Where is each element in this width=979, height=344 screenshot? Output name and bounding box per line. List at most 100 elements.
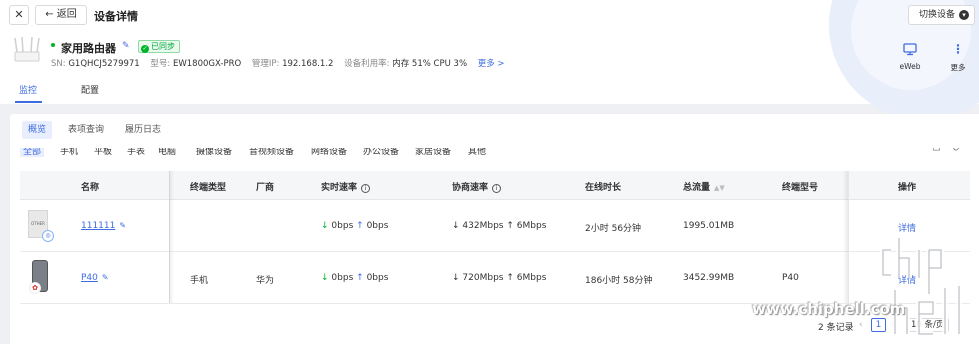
upload-arrow-icon: ↑ <box>356 221 364 231</box>
filter-office[interactable]: 办公设备 <box>363 148 399 157</box>
terminal-name: P40 ✎ <box>81 273 109 283</box>
refresh-icon[interactable]: ⟳ <box>953 148 961 154</box>
download-arrow-icon: ↓ <box>452 221 460 231</box>
filter-tablet[interactable]: 平板 <box>94 148 112 157</box>
download-arrow-icon: ↓ <box>321 273 329 283</box>
upload-arrow-icon: ↑ <box>506 221 514 231</box>
col-model: 终端型号 <box>782 183 819 193</box>
wifi-device-icon: ◎ <box>42 230 54 242</box>
online-duration: 186小时 58分钟 <box>585 276 653 286</box>
terminal-name-link[interactable]: 111111 <box>81 221 115 231</box>
help-icon[interactable]: i <box>361 184 371 193</box>
cpu-usage: CPU 3% <box>433 59 468 69</box>
upload-arrow-icon: ↑ <box>506 273 514 283</box>
col-online: 在线时长 <box>585 183 622 193</box>
online-status-dot <box>51 43 55 47</box>
realtime-speed: ↓ 0bps ↑ 0bps <box>321 221 389 231</box>
fixed-column-shadow <box>843 171 848 303</box>
device-name: 家用路由器 <box>61 42 116 55</box>
col-vendor: 厂商 <box>256 183 275 193</box>
huawei-logo-icon: ✿ <box>29 282 41 294</box>
online-duration: 2小时 56分钟 <box>585 224 642 234</box>
sort-icon[interactable]: ▲▼ <box>714 184 725 192</box>
chevron-down-icon: ▾ <box>959 10 969 20</box>
filter-watch[interactable]: 手表 <box>127 148 145 157</box>
check-circle-icon: ✓ <box>141 45 149 53</box>
device-thumbnail: ✿ <box>29 260 48 294</box>
more-info-link[interactable]: 更多 > <box>478 59 505 69</box>
tab-config[interactable]: 配置 <box>81 83 99 96</box>
arrow-left-icon: ← <box>45 9 57 20</box>
switch-device-button[interactable]: 切换设备 ▾ <box>908 5 975 25</box>
device-header-panel: ✕ ← 返回 设备详情 切换设备 ▾ 家用路由器 ✎ ✓ 已同步 SN: G1QH… <box>0 0 979 120</box>
tab-monitor[interactable]: 监控 <box>19 83 37 96</box>
terminal-model: P40 <box>782 273 799 283</box>
filter-network[interactable]: 网络设备 <box>311 148 347 157</box>
eweb-label: eWeb <box>899 62 921 71</box>
prev-page-icon[interactable]: ‹ <box>859 320 863 330</box>
subtab-overview[interactable]: 概览 <box>22 121 53 139</box>
filter-computer[interactable]: 电脑 <box>158 148 176 157</box>
eweb-tool[interactable]: eWeb <box>893 38 927 71</box>
model-value: EW1800GX-PRO <box>172 59 242 69</box>
monitor-icon <box>899 38 921 60</box>
chiphell-watermark: www.chiphell.com <box>752 300 906 318</box>
edit-icon[interactable]: ✎ <box>119 221 126 230</box>
sn-value: G1QHCJ5279971 <box>68 59 140 69</box>
col-type: 终端类型 <box>190 183 227 193</box>
filter-camera[interactable]: 摄像设备 <box>196 148 232 157</box>
pagination-total: 2 条记录 <box>818 323 854 333</box>
terminal-vendor: 华为 <box>256 276 275 286</box>
col-name: 名称 <box>81 183 100 193</box>
memory-usage: 内存 51% <box>392 59 431 69</box>
column-settings-icon[interactable]: ▭ <box>932 148 941 154</box>
subtab-history-log[interactable]: 履历日志 <box>119 121 167 139</box>
terminal-name-link[interactable]: P40 <box>81 273 98 283</box>
download-arrow-icon: ↓ <box>321 221 329 231</box>
edit-name-icon[interactable]: ✎ <box>122 41 130 51</box>
terminal-type: 手机 <box>190 276 209 286</box>
active-tab-indicator <box>15 101 42 103</box>
table-row: ✿ P40 ✎ 手机 华为 ↓ 0bps ↑ 0bps ↓ 720Mbps ↑ 6… <box>20 252 970 304</box>
col-speed: 实时速率 i <box>321 180 371 193</box>
more-label: 更多 <box>950 63 966 72</box>
ip-label: 管理IP: <box>251 59 280 69</box>
col-action: 操作 <box>898 183 917 193</box>
negotiated-speed: ↓ 432Mbps ↑ 6Mbps <box>452 221 547 231</box>
subtab-entry-query[interactable]: 表项查询 <box>62 121 110 139</box>
close-button[interactable]: ✕ <box>9 5 29 25</box>
col-traffic: 总流量 ▲▼ <box>683 183 725 193</box>
table-header: 名称 终端类型 厂商 实时速率 i 协商速率 i 在线时长 总流量 ▲▼ 终端型号 操… <box>20 171 970 200</box>
router-image <box>14 36 40 62</box>
column-divider <box>848 171 849 303</box>
model-label: 型号: <box>150 59 171 69</box>
filter-all[interactable]: 全部 <box>20 148 45 157</box>
ip-value: 192.168.1.2 <box>282 59 334 69</box>
page-title: 设备详情 <box>94 10 138 23</box>
more-vertical-icon: ⋮ <box>952 42 964 56</box>
download-arrow-icon: ↓ <box>452 273 460 283</box>
chiphell-watermark-logo <box>880 238 962 337</box>
terminal-type-filter: 全部 手机 平板 手表 电脑 摄像设备 音视频设备 网络设备 办公设备 家居设备… <box>20 148 970 158</box>
filter-phone[interactable]: 手机 <box>60 148 78 157</box>
total-traffic: 3452.99MB <box>683 273 735 283</box>
back-button[interactable]: ← 返回 <box>35 5 87 25</box>
total-traffic: 1995.01MB <box>683 221 735 231</box>
fixed-column-shadow <box>169 171 174 303</box>
edit-icon[interactable]: ✎ <box>102 273 109 282</box>
col-negotiated: 协商速率 i <box>452 180 502 193</box>
help-icon[interactable]: i <box>492 184 502 193</box>
upload-arrow-icon: ↑ <box>356 273 364 283</box>
realtime-speed: ↓ 0bps ↑ 0bps <box>321 273 389 283</box>
sn-label: SN: <box>51 59 66 69</box>
device-info-line: SN: G1QHCJ5279971 型号: EW1800GX-PRO 管理IP:… <box>51 57 505 69</box>
device-thumbnail: OTHER ◎ <box>28 210 54 242</box>
filter-av[interactable]: 音视频设备 <box>249 148 294 157</box>
more-tool[interactable]: ⋮ 更多 <box>941 38 975 73</box>
close-icon: ✕ <box>14 8 24 21</box>
usage-label: 设备利用率: <box>344 59 390 69</box>
sync-status-badge: ✓ 已同步 <box>138 40 180 53</box>
filter-home[interactable]: 家居设备 <box>415 148 451 157</box>
filter-other[interactable]: 其他 <box>468 148 486 157</box>
terminal-name: 111111 ✎ <box>81 221 126 231</box>
